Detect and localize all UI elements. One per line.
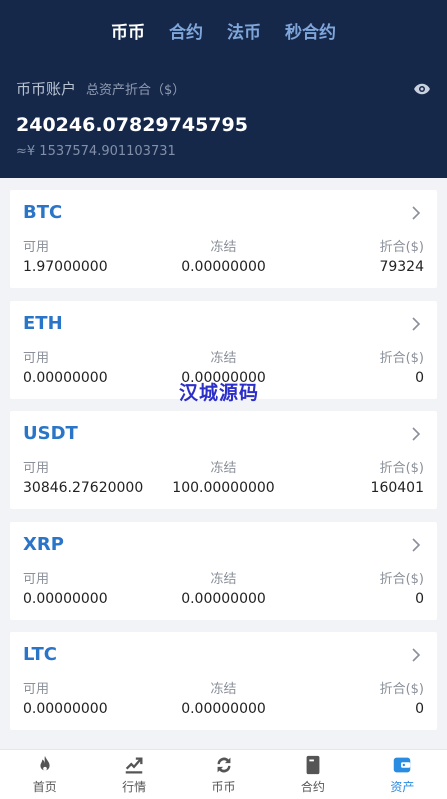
eye-icon[interactable] — [413, 80, 431, 98]
available-label: 可用 — [23, 461, 50, 476]
tab-spot[interactable]: 币币 — [111, 18, 145, 43]
total-assets-cny: ≈¥ 1537574.901103731 — [16, 144, 176, 159]
converted-value: 0 — [415, 701, 424, 717]
tab-fiat[interactable]: 法币 — [227, 18, 261, 43]
top-tabs: 币币 合约 法币 秒合约 — [0, 18, 447, 43]
frozen-label: 冻结 — [210, 682, 237, 697]
coin-list: BTC 可用 冻结 折合($) 1.97000000 0.00000000 79… — [10, 190, 437, 743]
coin-card-btc[interactable]: BTC 可用 冻结 折合($) 1.97000000 0.00000000 79… — [10, 190, 437, 288]
coin-name: ETH — [23, 312, 63, 334]
nav-assets[interactable]: 资产 — [358, 750, 447, 799]
available-value: 0.00000000 — [23, 701, 108, 717]
watermark-text: 汉城源码 — [179, 382, 260, 404]
frozen-label: 冻结 — [210, 240, 237, 255]
available-value: 30846.27620000 — [23, 480, 144, 496]
coin-name: LTC — [23, 644, 57, 665]
nav-label: 资产 — [390, 780, 415, 794]
frozen-value: 0.00000000 — [181, 259, 266, 275]
bottom-nav: 首页 行情 币币 合约 资产 — [0, 749, 447, 799]
account-title: 币币账户 — [16, 80, 77, 98]
chevron-right-icon — [412, 537, 421, 552]
tab-contract[interactable]: 合约 — [169, 18, 203, 43]
converted-label: 折合($) — [379, 682, 424, 697]
chevron-right-icon — [412, 427, 421, 441]
available-value: 0.00000000 — [23, 369, 108, 386]
total-assets: 240246.07829745795 — [16, 114, 248, 136]
nav-label: 首页 — [32, 780, 57, 794]
converted-label: 折合($) — [379, 350, 424, 366]
frozen-value: 0.00000000 — [181, 590, 266, 607]
available-label: 可用 — [23, 682, 50, 697]
available-label: 可用 — [23, 240, 50, 255]
frozen-label: 冻结 — [210, 461, 237, 476]
frozen-label: 冻结 — [210, 350, 237, 366]
converted-value: 0 — [415, 369, 424, 386]
coin-name: USDT — [23, 423, 78, 444]
coin-card-xrp[interactable]: XRP 可用 冻结 折合($) 0.00000000 0.00000000 0 — [10, 521, 437, 620]
header: 币币 合约 法币 秒合约 币币账户 总资产折合（$） 240246.078297… — [0, 0, 447, 178]
nav-home[interactable]: 首页 — [0, 750, 89, 799]
converted-label: 折合($) — [379, 240, 424, 255]
converted-value: 79324 — [379, 259, 424, 275]
available-label: 可用 — [23, 350, 50, 366]
account-row: 币币账户 总资产折合（$） — [16, 78, 431, 99]
fire-icon — [40, 755, 50, 771]
chevron-right-icon — [412, 648, 421, 662]
converted-label: 折合($) — [379, 571, 424, 587]
chevron-right-icon — [412, 316, 421, 331]
nav-label: 合约 — [300, 780, 325, 794]
nav-label: 行情 — [122, 780, 147, 794]
chart-icon — [125, 757, 143, 774]
converted-value: 160401 — [370, 480, 424, 496]
nav-spot[interactable]: 币币 — [179, 750, 268, 799]
available-label: 可用 — [23, 571, 50, 587]
wallet-icon — [394, 757, 411, 773]
chevron-right-icon — [412, 206, 421, 220]
frozen-value: 0.00000000 — [181, 701, 266, 717]
frozen-value: 100.00000000 — [172, 480, 275, 496]
nav-label: 币币 — [211, 780, 236, 794]
account-subtitle: 总资产折合（$） — [86, 83, 186, 98]
nav-contract[interactable]: 合约 — [268, 750, 357, 799]
coin-name: BTC — [23, 202, 63, 223]
coin-card-usdt[interactable]: USDT 可用 冻结 折合($) 30846.27620000 100.0000… — [10, 411, 437, 509]
frozen-label: 冻结 — [210, 571, 237, 587]
contract-icon — [306, 755, 320, 775]
exchange-icon — [217, 757, 230, 773]
converted-label: 折合($) — [379, 461, 424, 476]
coin-name: XRP — [23, 533, 64, 555]
converted-value: 0 — [415, 590, 424, 607]
coin-card-ltc[interactable]: LTC 可用 冻结 折合($) 0.00000000 0.00000000 0 — [10, 632, 437, 730]
available-value: 1.97000000 — [23, 259, 108, 275]
tab-seconds-contract[interactable]: 秒合约 — [285, 18, 336, 43]
nav-market[interactable]: 行情 — [89, 750, 178, 799]
available-value: 0.00000000 — [23, 590, 108, 607]
